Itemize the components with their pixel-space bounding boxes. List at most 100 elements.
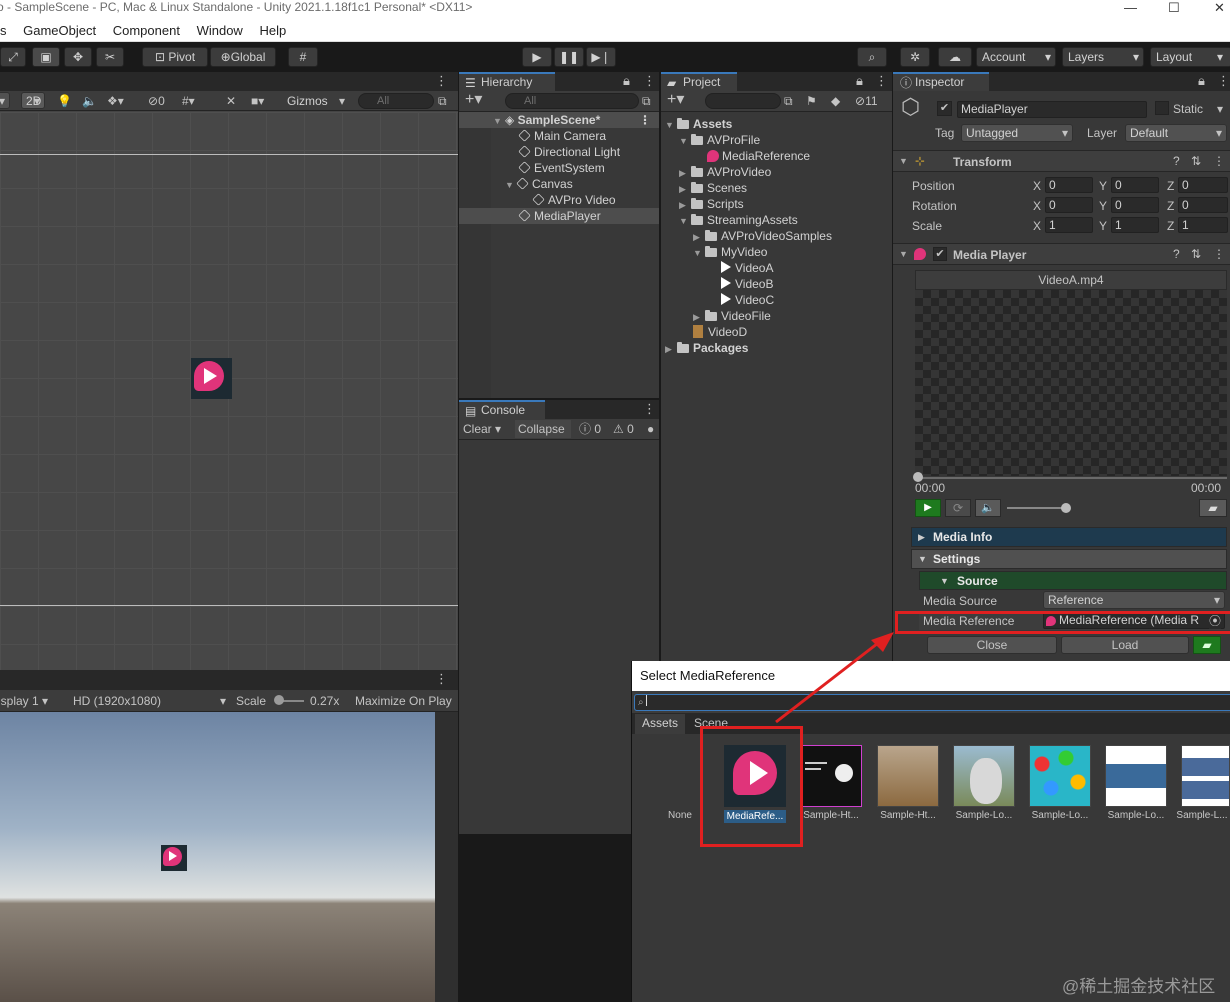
hierarchy-item-main-camera[interactable]: Main Camera [518,128,606,144]
tag-icon[interactable]: ◆ [831,93,840,109]
menu-item-component[interactable]: Component [113,23,180,38]
hierarchy-search-input[interactable]: All [505,93,639,109]
loop-button[interactable]: ⟳ [945,499,971,517]
hierarchy-item-avpro-video[interactable]: AVPro Video [532,192,616,208]
add-icon[interactable]: +▾ [667,92,684,108]
scale-z-field[interactable]: 1 [1178,217,1228,233]
project-folder-scenes[interactable]: ▶ Scenes [679,180,747,196]
tools-icon[interactable]: ✕ [226,93,236,109]
help-icon[interactable]: ? [1173,246,1180,262]
mediaplayer-gizmo-icon[interactable] [191,358,232,399]
project-folder-avprovideosamples[interactable]: ▶ AVProVideoSamples [693,228,832,244]
project-asset-videod[interactable]: VideoD [693,324,747,340]
expand-arrow-icon[interactable]: ▼ [493,113,505,129]
maximize-on-play-toggle[interactable]: Maximize On Play [355,693,452,709]
effects-icon[interactable]: ❖▾ [107,93,124,109]
component-enabled-checkbox[interactable]: ✔ [933,247,947,261]
tab-console[interactable]: ▤ Console [459,400,545,419]
pause-button[interactable]: ❚❚ [554,47,584,67]
play-button[interactable]: ▶ [522,47,552,67]
services-icon[interactable]: ✲ [900,47,930,67]
project-folder-avprovideo[interactable]: ▶ AVProVideo [679,164,771,180]
collapse-button[interactable]: Collapse [515,420,571,438]
scale-x-field[interactable]: 1 [1045,217,1093,233]
project-folder-videofile[interactable]: ▶ VideoFile [693,308,771,324]
play-button[interactable]: ▶ [915,499,941,517]
position-x-field[interactable]: 0 [1045,177,1093,193]
rotation-x-field[interactable]: 0 [1045,197,1093,213]
search-icon[interactable]: ⌕ [857,47,887,67]
project-asset-videoa[interactable]: VideoA [721,260,773,276]
project-folder-assets[interactable]: ▼ Assets [665,116,732,132]
search-by-type-icon[interactable]: ⧉ [784,93,793,109]
expand-arrow-icon[interactable]: ▼ [693,245,705,261]
more-icon[interactable]: ⋮ [643,74,656,88]
close-icon[interactable]: ✕ [1214,0,1225,15]
more-icon[interactable]: ⋮ [643,402,656,416]
expand-arrow-icon[interactable]: ▶ [679,165,691,181]
presets-icon[interactable]: ⇅ [1191,246,1201,262]
expand-arrow-icon[interactable]: ▼ [918,551,927,567]
object-name-field[interactable]: MediaPlayer [957,101,1147,118]
load-button[interactable]: Load [1061,636,1189,654]
more-icon[interactable]: ⋮ [1217,74,1230,88]
settings-foldout[interactable]: ▼ Settings [911,549,1227,569]
custom-tool-icon[interactable]: ✂ [96,47,124,67]
expand-arrow-icon[interactable]: ▶ [918,529,925,545]
project-folder-myvideo[interactable]: ▼ MyVideo [693,244,767,260]
expand-arrow-icon[interactable]: ▼ [899,153,908,169]
expand-arrow-icon[interactable]: ▼ [665,117,677,133]
tab-inspector[interactable]: ⓘ Inspector [893,72,989,91]
expand-arrow-icon[interactable]: ▼ [505,177,517,193]
media-info-foldout[interactable]: ▶ Media Info [911,527,1227,547]
rect-tool-icon[interactable]: ▣ [32,47,60,67]
lock-icon[interactable]: 🔒︎ [1198,74,1205,88]
maximize-icon[interactable]: ☐ [1168,0,1180,15]
expand-arrow-icon[interactable]: ▶ [679,181,691,197]
project-folder-packages[interactable]: ▶ Packages [665,340,748,356]
draw-mode-dropdown[interactable] [0,92,10,109]
more-icon[interactable]: ⋮ [1213,246,1225,262]
lighting-icon[interactable]: 💡 [57,93,72,109]
hierarchy-item-eventsystem[interactable]: EventSystem [518,160,605,176]
scene-root-row[interactable]: ▼ ◈ SampleScene* ⋮ [459,112,659,128]
scene-search-input[interactable]: All [358,93,434,109]
lock-icon[interactable]: 🔒︎ [623,74,630,88]
video-preview[interactable] [915,290,1227,476]
hidden-objects-icon[interactable]: ⊘0 [148,93,165,109]
scale-tool-icon[interactable]: ⤢ [0,47,26,67]
more-icon[interactable]: ⋮ [435,672,448,686]
dialog-search-input[interactable]: ⌕ [634,694,1230,711]
help-icon[interactable]: ? [1173,153,1180,169]
active-checkbox[interactable]: ✔ [937,101,952,116]
project-folder-streamingassets[interactable]: ▼ StreamingAssets [679,212,798,228]
presets-icon[interactable]: ⇅ [1191,153,1201,169]
volume-slider-handle[interactable] [1061,503,1071,513]
hierarchy-item-directional-light[interactable]: Directional Light [518,144,620,160]
position-y-field[interactable]: 0 [1111,177,1159,193]
expand-arrow-icon[interactable]: ▼ [679,213,691,229]
search-options-icon[interactable]: ⧉ [642,93,651,109]
picker-thumb-sample-lo-1[interactable] [953,745,1015,807]
account-dropdown[interactable]: Account ▾ [976,47,1056,67]
grid-snap-button[interactable]: # [288,47,318,67]
expand-arrow-icon[interactable]: ▶ [679,197,691,213]
transform-header[interactable]: ▼ ⊹ Transform ? ⇅ ⋮ [893,150,1230,172]
scene-lock-icon[interactable]: ⧉ [438,93,447,109]
static-checkbox[interactable] [1155,101,1169,115]
scale-y-field[interactable]: 1 [1111,217,1159,233]
gizmos-dropdown[interactable]: Gizmos [282,92,350,109]
layout-dropdown[interactable]: Layout ▾ [1150,47,1230,67]
step-button[interactable]: ▶❘ [586,47,616,67]
seek-bar[interactable] [917,477,1227,479]
scale-slider-handle[interactable] [274,695,284,705]
hierarchy-item-mediaplayer[interactable]: MediaPlayer [459,208,659,224]
picker-thumb-sample-ht-2[interactable] [877,745,939,807]
more-icon[interactable]: ⋮ [1213,153,1225,169]
transform-tool-icon[interactable]: ✥ [64,47,92,67]
more-icon[interactable]: ⋮ [875,74,888,88]
open-folder-button[interactable]: ▰ [1199,499,1227,517]
clear-button[interactable]: Clear ▾ [463,421,501,437]
global-button[interactable]: ⊕Global [210,47,276,67]
tab-assets[interactable]: Assets [635,714,685,734]
